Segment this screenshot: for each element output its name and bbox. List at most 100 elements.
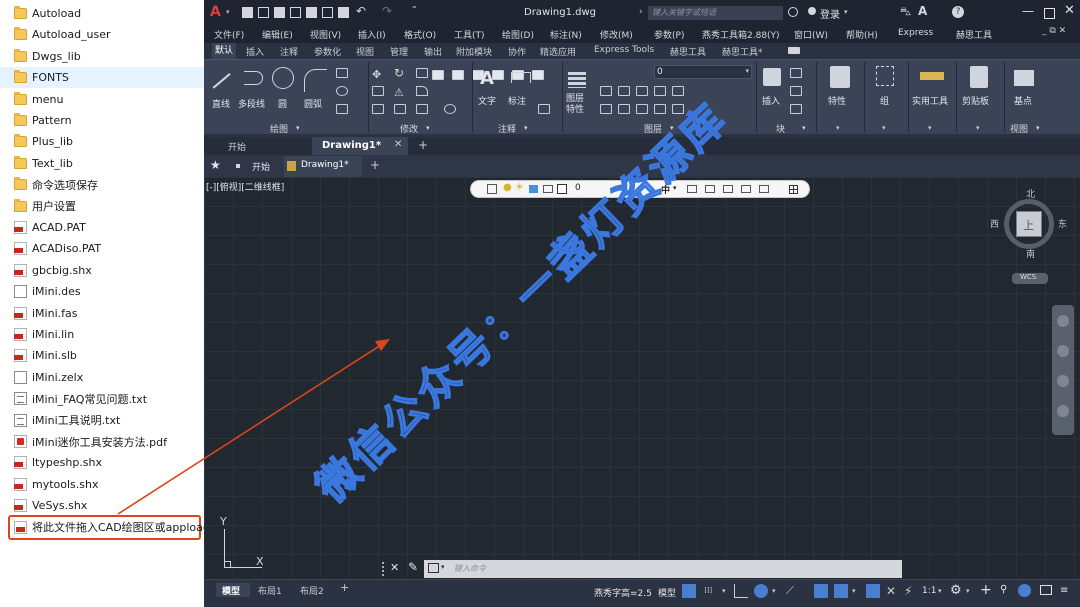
array-icon[interactable] bbox=[416, 104, 428, 114]
user-icon[interactable] bbox=[808, 7, 816, 15]
dimension-button[interactable]: 标注 bbox=[508, 68, 532, 107]
minimize-button[interactable]: — bbox=[1022, 4, 1034, 18]
file-item[interactable]: iMini.fas bbox=[0, 303, 204, 324]
command-settings-icon[interactable]: ✎ bbox=[408, 560, 418, 574]
ribbon-tab[interactable]: 附加模块 bbox=[456, 45, 492, 58]
ribbon-tab[interactable]: Express Tools bbox=[594, 45, 654, 55]
undo-icon[interactable]: ↶ bbox=[356, 4, 366, 18]
close-button[interactable]: ✕ bbox=[1064, 3, 1075, 18]
panel-label[interactable]: 视图 bbox=[1010, 122, 1028, 135]
menu-item[interactable]: 编辑(E) bbox=[262, 28, 293, 41]
layout-tab-2[interactable]: 布局2 bbox=[300, 584, 324, 597]
layer-stack-icon[interactable] bbox=[487, 184, 497, 194]
navigation-bar[interactable] bbox=[1052, 305, 1074, 435]
file-item[interactable]: iMini工具说明.txt bbox=[0, 410, 204, 431]
layer-freeze-icon[interactable] bbox=[432, 70, 444, 80]
plus-icon[interactable]: + bbox=[980, 582, 992, 598]
model-status-button[interactable]: 模型 bbox=[658, 586, 676, 599]
folder-item[interactable]: Dwgs_lib bbox=[0, 46, 204, 67]
publish-icon[interactable] bbox=[306, 7, 317, 18]
panel-label[interactable]: 绘图 bbox=[270, 122, 288, 135]
polar-chevron-icon[interactable]: ▾ bbox=[772, 587, 776, 595]
rectangle-icon[interactable] bbox=[336, 68, 348, 78]
text-button[interactable]: A 文字 bbox=[478, 68, 500, 107]
open-icon[interactable] bbox=[258, 7, 269, 18]
ribbon-toggle-button[interactable] bbox=[788, 47, 800, 54]
nav-pan-icon[interactable] bbox=[1057, 315, 1069, 327]
trim-icon[interactable] bbox=[416, 68, 428, 78]
doc-minimize-button[interactable]: _ ⧉ ✕ bbox=[1042, 26, 1066, 36]
file-item[interactable]: VeSys.shx bbox=[0, 495, 204, 516]
star-icon[interactable]: ★ bbox=[210, 158, 221, 172]
wcs-dropdown[interactable]: WCS bbox=[1012, 273, 1048, 284]
ribbon-tab[interactable]: 默认 bbox=[212, 43, 237, 59]
panel-label[interactable]: 块 bbox=[776, 122, 785, 135]
menu-item[interactable]: 文件(F) bbox=[214, 28, 244, 41]
mirror-icon[interactable]: ⚠ bbox=[394, 86, 406, 99]
layer-match-icon[interactable] bbox=[532, 70, 544, 80]
search-input[interactable]: 键入关键字或短语 bbox=[648, 6, 783, 20]
snap-chevron-icon[interactable]: ▾ bbox=[722, 587, 726, 595]
menu-item[interactable]: 视图(V) bbox=[310, 28, 341, 41]
osnap-toggle-icon[interactable] bbox=[834, 584, 848, 598]
autodesk-app-icon[interactable]: A bbox=[918, 4, 927, 18]
block-attr-icon[interactable] bbox=[790, 104, 802, 114]
text-height-status[interactable]: 燕秀字高=2.5 bbox=[594, 586, 652, 599]
menu-item[interactable]: 窗口(W) bbox=[794, 28, 828, 41]
polar-toggle-icon[interactable] bbox=[754, 584, 768, 598]
maximize-button[interactable] bbox=[1044, 8, 1055, 19]
menu-item[interactable]: 绘图(D) bbox=[502, 28, 534, 41]
nav-showmotion-icon[interactable] bbox=[1057, 405, 1069, 417]
command-input[interactable]: ▾ 键入命令 bbox=[424, 560, 902, 578]
auto-scale-icon[interactable]: ✕ bbox=[886, 584, 896, 598]
ribbon-tab[interactable]: 视图 bbox=[356, 45, 374, 58]
viewcube[interactable]: 北 西 东 上 南 WCS bbox=[990, 190, 1070, 291]
layer-tool-2-icon[interactable] bbox=[618, 86, 630, 96]
isolate-objects-icon[interactable] bbox=[1018, 584, 1031, 597]
menu-item[interactable]: 修改(M) bbox=[600, 28, 633, 41]
add-file-tab-button[interactable]: + bbox=[370, 158, 380, 172]
ribbon-tab[interactable]: 赫思工具* bbox=[722, 45, 763, 58]
file-item[interactable]: iMini迷你工具安装方法.pdf bbox=[0, 431, 204, 452]
drawing-canvas[interactable]: [-][俯视][二维线框] ● ☀ 0 中 ▾ 北 西 东 上 南 WCS Y … bbox=[204, 177, 1080, 579]
insert-button[interactable]: 插入 bbox=[760, 66, 784, 112]
menu-item[interactable]: 燕秀工具箱2.88(Y) bbox=[702, 28, 780, 41]
drawing-tab[interactable]: Drawing1* ✕ bbox=[312, 137, 408, 155]
layer-action-3-icon[interactable] bbox=[723, 185, 733, 193]
color-swatch-icon[interactable] bbox=[557, 184, 567, 194]
nav-orbit-icon[interactable] bbox=[1057, 375, 1069, 387]
scale-icon[interactable] bbox=[394, 104, 406, 114]
grid-toggle-icon[interactable] bbox=[682, 584, 696, 598]
isodraft-toggle-icon[interactable]: ⟋ bbox=[786, 584, 794, 598]
cart-icon[interactable]: ⛍ bbox=[900, 5, 911, 20]
folder-item[interactable]: 用户设置 bbox=[0, 196, 204, 217]
plot-icon[interactable] bbox=[322, 7, 333, 18]
arc-button[interactable]: 圆弧 bbox=[302, 65, 328, 113]
customization-icon[interactable]: ≡ bbox=[1060, 585, 1068, 596]
layer-action-5-icon[interactable] bbox=[759, 185, 769, 193]
print-icon[interactable] bbox=[338, 7, 349, 18]
print-layer-icon[interactable] bbox=[543, 185, 553, 193]
layer-tool-7-icon[interactable] bbox=[618, 104, 630, 114]
osnap-tracking-icon[interactable] bbox=[814, 584, 828, 598]
base-point-button[interactable]: 基点 bbox=[1010, 66, 1040, 112]
saveas-icon[interactable] bbox=[290, 7, 301, 18]
folder-item[interactable]: Pattern bbox=[0, 110, 204, 131]
nav-zoom-icon[interactable] bbox=[1057, 345, 1069, 357]
scale-chevron-icon[interactable]: ▾ bbox=[938, 587, 942, 595]
file-item[interactable]: iMini.slb bbox=[0, 345, 204, 366]
properties-button[interactable]: 特性 ▾ bbox=[822, 66, 858, 132]
folder-item[interactable]: Autoload bbox=[0, 3, 204, 24]
file-item[interactable]: ACAD.PAT bbox=[0, 217, 204, 238]
panel-chevron-icon[interactable]: ▾ bbox=[802, 124, 806, 132]
fillet-icon[interactable] bbox=[416, 86, 428, 96]
ribbon-tab[interactable]: 插入 bbox=[246, 45, 264, 58]
file-item[interactable]: gbcbig.shx bbox=[0, 260, 204, 281]
command-prompt-chevron-icon[interactable]: ▾ bbox=[441, 563, 445, 571]
menu-item[interactable]: 赫思工具 bbox=[956, 28, 992, 41]
viewcube-top-face[interactable]: 上 bbox=[1016, 211, 1042, 237]
menu-item[interactable]: 格式(O) bbox=[404, 28, 436, 41]
line-button[interactable]: 直线 bbox=[210, 65, 234, 110]
workspace-gear-icon[interactable]: ⚙ bbox=[950, 583, 962, 598]
layer-tool-3-icon[interactable] bbox=[636, 86, 648, 96]
